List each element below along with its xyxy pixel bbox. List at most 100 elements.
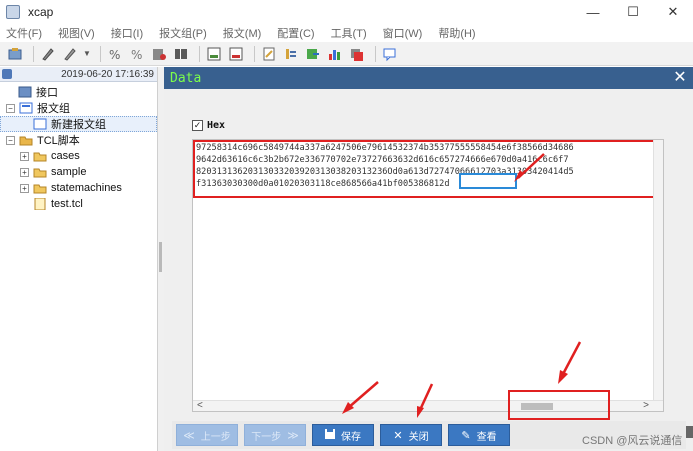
stack-icon[interactable] bbox=[348, 45, 366, 63]
close-button[interactable]: ✕ 关闭 bbox=[380, 424, 442, 446]
tcl-script-icon bbox=[19, 134, 33, 146]
annotation-arrow-icon bbox=[417, 383, 434, 418]
svg-text:%: % bbox=[131, 48, 142, 62]
menu-help[interactable]: 帮助(H) bbox=[438, 25, 475, 41]
menu-view[interactable]: 视图(V) bbox=[58, 25, 95, 41]
close-button-label: 关闭 bbox=[408, 431, 429, 443]
scroll-left-button[interactable]: < bbox=[197, 400, 203, 411]
hex-option: ✓ Hex bbox=[192, 120, 225, 131]
toolbar-separator bbox=[99, 45, 101, 62]
new-group-icon bbox=[33, 118, 47, 130]
scroll-right-button[interactable]: > bbox=[643, 400, 649, 411]
chat-icon[interactable] bbox=[381, 45, 399, 63]
hex-checkbox-label: Hex bbox=[207, 120, 226, 131]
menu-message-group[interactable]: 报文组(P) bbox=[159, 25, 207, 41]
tree-item-new-group[interactable]: 新建报文组 bbox=[0, 116, 157, 132]
pencil-icon[interactable] bbox=[61, 45, 79, 63]
splitter-grip[interactable] bbox=[159, 242, 162, 272]
toolbar-separator bbox=[198, 45, 200, 62]
tree-item-message-group[interactable]: − 报文组 bbox=[0, 100, 157, 116]
record-icon[interactable] bbox=[150, 45, 168, 63]
app-icon bbox=[6, 5, 20, 19]
annotation-arrow-icon bbox=[342, 381, 379, 414]
scrollbar-highlight-box bbox=[508, 390, 610, 420]
menu-message[interactable]: 报文(M) bbox=[223, 25, 262, 41]
view-button-label: 查看 bbox=[476, 431, 497, 443]
toolbar: ▼ % % bbox=[0, 42, 693, 66]
tree-item-label: statemachines bbox=[51, 182, 122, 194]
tree: 接口 − 报文组 新建报文组 − TCL脚本 + cases + sample … bbox=[0, 82, 157, 212]
folder-icon bbox=[33, 150, 47, 162]
expand-icon[interactable]: + bbox=[20, 183, 29, 193]
tree-item-label: cases bbox=[51, 150, 80, 162]
tree-item-label: TCL脚本 bbox=[37, 135, 80, 147]
expand-icon[interactable]: + bbox=[20, 167, 29, 177]
book-icon[interactable] bbox=[172, 45, 190, 63]
minimize-button[interactable]: — bbox=[573, 0, 613, 24]
next-button[interactable]: 下一步 ≫ bbox=[244, 424, 306, 446]
tree-item-statemachines[interactable]: + statemachines bbox=[0, 180, 157, 196]
watermark: CSDN @风云说通信 bbox=[582, 435, 683, 447]
annotation-arrow-icon bbox=[514, 153, 545, 182]
edit-icon: ✎ bbox=[461, 429, 471, 442]
save-button[interactable]: 保存 bbox=[312, 424, 374, 446]
chart-icon[interactable] bbox=[326, 45, 344, 63]
menu-file[interactable]: 文件(F) bbox=[6, 25, 42, 41]
tree-item-label: 新建报文组 bbox=[51, 119, 106, 131]
double-right-icon: ≫ bbox=[287, 429, 299, 442]
double-left-icon: ≪ bbox=[183, 429, 195, 442]
hex-data-textarea[interactable]: 97258314c696c5849744a337a6247506e7961453… bbox=[192, 139, 664, 412]
tree-header: 2019-06-20 17:16:39 bbox=[0, 67, 157, 82]
connect-icon[interactable] bbox=[6, 45, 24, 63]
tree-item-label: 接口 bbox=[36, 87, 58, 99]
menu-interface[interactable]: 接口(I) bbox=[111, 25, 143, 41]
header-datetime: 2019-06-20 17:16:39 bbox=[61, 68, 154, 80]
percent-alt-icon[interactable]: % bbox=[128, 45, 146, 63]
title-bar: xcap — ☐ ✕ bbox=[0, 0, 693, 24]
save-button-label: 保存 bbox=[341, 431, 361, 443]
maximize-button[interactable]: ☐ bbox=[613, 0, 653, 24]
expand-icon[interactable]: + bbox=[20, 151, 29, 161]
hex-checkbox[interactable]: ✓ bbox=[192, 120, 203, 131]
message-group-icon bbox=[19, 102, 33, 114]
view-button[interactable]: ✎ 查看 bbox=[448, 424, 510, 446]
tree-item-sample[interactable]: + sample bbox=[0, 164, 157, 180]
tree-item-cases[interactable]: + cases bbox=[0, 148, 157, 164]
resize-grip[interactable] bbox=[686, 426, 693, 438]
add-item-icon[interactable] bbox=[205, 45, 223, 63]
folder-icon bbox=[33, 166, 47, 178]
annotation-arrow-icon bbox=[558, 341, 582, 384]
bar-list-icon[interactable] bbox=[282, 45, 300, 63]
svg-text:%: % bbox=[109, 48, 120, 62]
toolbar-separator bbox=[253, 45, 255, 62]
toolbar-separator bbox=[374, 45, 376, 62]
tree-item-label: test.tcl bbox=[51, 198, 83, 210]
close-x-icon: ✕ bbox=[393, 429, 403, 442]
vertical-scrollbar[interactable] bbox=[653, 140, 663, 402]
collapse-icon[interactable]: − bbox=[6, 103, 15, 113]
prev-button[interactable]: ≪ 上一步 bbox=[176, 424, 238, 446]
window-title: xcap bbox=[28, 5, 54, 19]
export-icon[interactable] bbox=[304, 45, 322, 63]
folder-icon bbox=[33, 182, 47, 194]
menu-tools[interactable]: 工具(T) bbox=[331, 25, 367, 41]
next-button-label: 下一步 bbox=[251, 431, 282, 443]
collapse-icon[interactable]: − bbox=[6, 135, 15, 145]
menu-window[interactable]: 窗口(W) bbox=[383, 25, 423, 41]
menu-config[interactable]: 配置(C) bbox=[277, 25, 314, 41]
menu-bar: 文件(F) 视图(V) 接口(I) 报文组(P) 报文(M) 配置(C) 工具(… bbox=[0, 24, 693, 42]
edit-doc-icon[interactable] bbox=[260, 45, 278, 63]
toolbar-separator bbox=[33, 45, 34, 62]
close-window-button[interactable]: ✕ bbox=[653, 0, 693, 24]
clock-icon bbox=[2, 69, 12, 79]
tree-item-interface[interactable]: 接口 bbox=[0, 84, 157, 100]
data-highlight-box bbox=[193, 140, 657, 198]
tree-item-test-tcl[interactable]: test.tcl bbox=[0, 196, 157, 212]
tree-item-tcl-script[interactable]: − TCL脚本 bbox=[0, 132, 157, 148]
interface-icon bbox=[18, 86, 32, 98]
percent-icon[interactable]: % bbox=[106, 45, 124, 63]
close-panel-button[interactable]: ✕ bbox=[671, 69, 689, 87]
remove-item-icon[interactable] bbox=[227, 45, 245, 63]
pen-icon[interactable] bbox=[39, 45, 57, 63]
dropdown-arrow-icon[interactable]: ▼ bbox=[83, 49, 91, 58]
